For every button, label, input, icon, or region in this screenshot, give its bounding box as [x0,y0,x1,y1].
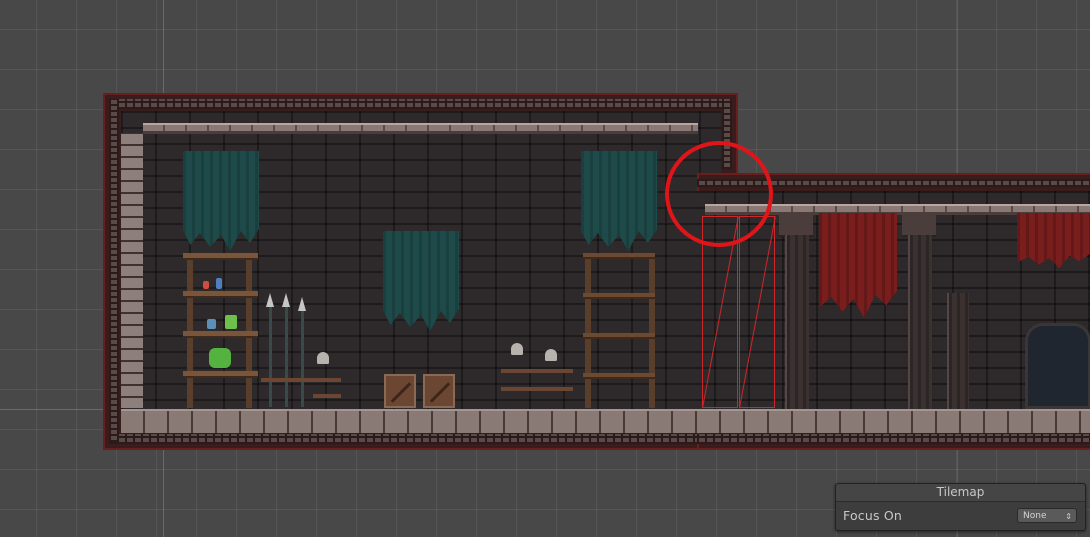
wooden-crate [423,374,455,408]
pillar-capital [902,213,936,237]
ladder-rung [583,333,655,339]
potion-blue-icon [207,319,216,329]
potion-jar-icon [209,348,231,368]
focus-on-value: None [1023,511,1047,521]
spear [285,307,288,407]
axe-rack [313,348,343,408]
spear-tip [298,297,306,311]
meander-trim-bottom [109,434,730,444]
axe-head-icon [545,349,557,361]
tilemap-panel-title[interactable]: Tilemap [836,484,1085,502]
meander-trim-top [109,99,730,109]
potion-blue-icon [216,278,222,289]
spear-tip [282,293,290,307]
axe-rack [501,343,576,408]
meander-trim-left [109,99,119,442]
spear-rack [261,293,321,408]
ceiling-ledge [143,123,698,134]
rack-bar [313,394,341,398]
ladder-rung [583,253,655,259]
focus-on-row: Focus On None ⇕ [836,502,1085,530]
spear [301,311,304,407]
shelf-board [183,371,258,378]
axe-head-icon [317,352,329,364]
ladder-post [585,253,591,408]
stone-column-left [121,133,143,408]
stone-floor [121,409,738,433]
rack-bar [501,387,573,391]
meander-trim-bottom [697,434,1090,444]
shelf-board [183,331,258,338]
axe-head-icon [511,343,523,355]
potion-green-icon [225,315,237,329]
stone-floor [697,409,1090,433]
ladder-post [649,253,655,408]
stone-pillar [908,235,932,410]
focus-on-dropdown[interactable]: None ⇕ [1017,508,1077,523]
ladder-rung [583,293,655,299]
wooden-crate [384,374,416,408]
highlight-circle [665,141,773,247]
shelf-board [183,291,258,298]
rack-bar [313,378,341,382]
dungeon-room-left[interactable] [103,93,738,450]
rack-bar [501,369,573,373]
tilemap-overlay-panel[interactable]: Tilemap Focus On None ⇕ [835,483,1086,531]
shelf-board [183,253,258,260]
focus-on-label: Focus On [843,508,903,523]
stone-pillar [785,235,809,410]
stone-pillar [947,293,969,410]
spear [269,307,272,407]
potion-red-icon [203,281,209,289]
spear-tip [266,293,274,307]
pillar-capital [779,213,813,237]
up-down-chevron-icon: ⇕ [1065,512,1072,521]
rack-bar [261,378,317,382]
arched-doorway [1025,323,1090,409]
ladder-rung [583,373,655,379]
